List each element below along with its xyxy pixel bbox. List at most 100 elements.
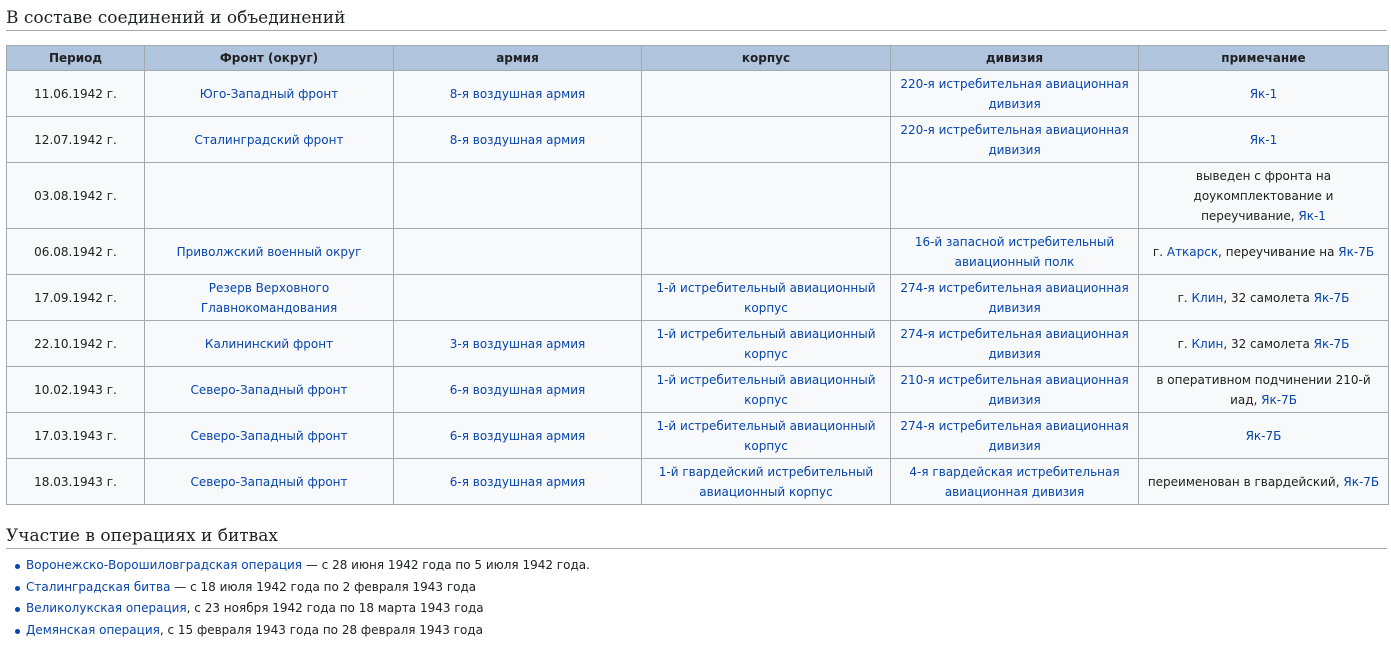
header-army: армия: [393, 45, 642, 71]
note-link[interactable]: Клин: [1192, 337, 1224, 351]
front-link[interactable]: Резерв Верховного Главнокомандования: [201, 281, 337, 315]
period-text: 12.07.1942 г.: [34, 132, 117, 147]
army-link[interactable]: 6-я воздушная армия: [450, 383, 585, 397]
army-link[interactable]: 6-я воздушная армия: [450, 475, 585, 489]
operation-dates: , с 15 февраля 1943 года по 28 февраля 1…: [159, 622, 483, 637]
division-link[interactable]: 16-й запасной истребительный авиационный…: [915, 235, 1114, 269]
note-link[interactable]: Як-7Б: [1338, 245, 1374, 259]
corps-link[interactable]: 1-й истребительный авиационный корпус: [656, 281, 875, 315]
operation-link[interactable]: Сталинградская битва: [26, 580, 170, 594]
cell-division: 16-й запасной истребительный авиационный…: [890, 228, 1139, 275]
note-link[interactable]: Як-1: [1250, 133, 1278, 147]
cell-army: 8-я воздушная армия: [393, 116, 642, 163]
section-heading-operations: Участие в операциях и битвах: [6, 520, 1387, 549]
front-link[interactable]: Приволжский военный округ: [177, 245, 362, 259]
section-heading-units: В составе соединений и объединений: [6, 0, 1387, 31]
cell-note: выведен с фронта на доукомплектование и …: [1138, 162, 1389, 229]
table-row: 22.10.1942 г. Калининский фронт 3-я воздуш…: [6, 320, 1389, 367]
note-link[interactable]: Як-7Б: [1343, 475, 1379, 489]
cell-corps: 1-й гвардейский истребительный авиационн…: [641, 458, 891, 505]
cell-period: 17.03.1943 г.: [6, 412, 145, 459]
table-row: 17.09.1942 г. Резерв Верховного Главноком…: [6, 274, 1389, 321]
front-link[interactable]: Калининский фронт: [205, 337, 333, 351]
list-item: Великолукская операция, с 23 ноября 1942…: [15, 598, 1387, 620]
division-link[interactable]: 274-я истребительная авиационная дивизия: [900, 281, 1128, 315]
cell-army: [393, 274, 642, 321]
cell-front: [144, 162, 394, 229]
cell-period: 03.08.1942 г.: [6, 162, 145, 229]
front-link[interactable]: Северо-Западный фронт: [190, 475, 347, 489]
army-link[interactable]: 8-я воздушная армия: [450, 87, 585, 101]
corps-link[interactable]: 1-й истребительный авиационный корпус: [656, 373, 875, 407]
units-table-body: 11.06.1942 г. Юго-Западный фронт 8-я возду…: [6, 70, 1389, 505]
cell-period: 12.07.1942 г.: [6, 116, 145, 163]
list-item: Воронежско-Ворошиловградская операция — …: [15, 555, 1387, 577]
note-link[interactable]: Як-7Б: [1314, 337, 1350, 351]
corps-link[interactable]: 1-й истребительный авиационный корпус: [656, 419, 875, 453]
list-item: Сталинградская битва — с 18 июля 1942 го…: [15, 577, 1387, 599]
table-row: 17.03.1943 г. Северо-Западный фронт 6-я во…: [6, 412, 1389, 459]
cell-period: 18.03.1943 г.: [6, 458, 145, 505]
division-link[interactable]: 4-я гвардейская истребительная авиационн…: [909, 465, 1119, 499]
cell-army: [393, 162, 642, 229]
cell-note: г. Клин, 32 самолета Як-7Б: [1138, 320, 1389, 367]
header-corps: корпус: [641, 45, 891, 71]
header-front: Фронт (округ): [144, 45, 394, 71]
cell-period: 22.10.1942 г.: [6, 320, 145, 367]
cell-corps: [641, 70, 891, 117]
list-item: Демянская операция, с 15 февраля 1943 го…: [15, 620, 1387, 642]
cell-army: [393, 228, 642, 275]
army-link[interactable]: 6-я воздушная армия: [450, 429, 585, 443]
cell-period: 06.08.1942 г.: [6, 228, 145, 275]
operation-link[interactable]: Воронежско-Ворошиловградская операция: [26, 558, 302, 572]
cell-corps: 1-й истребительный авиационный корпус: [641, 366, 891, 413]
table-row: 12.07.1942 г. Сталинградский фронт 8-я воз…: [6, 116, 1389, 163]
cell-division: 220-я истребительная авиационная дивизия: [890, 70, 1139, 117]
period-text: 18.03.1943 г.: [34, 474, 117, 489]
cell-front: Юго-Западный фронт: [144, 70, 394, 117]
note-link[interactable]: Як-7Б: [1246, 429, 1282, 443]
note-link[interactable]: Клин: [1192, 291, 1224, 305]
division-link[interactable]: 220-я истребительная авиационная дивизия: [900, 123, 1128, 157]
cell-note: в оперативном подчинении 210-й иад, Як-7…: [1138, 366, 1389, 413]
operations-list: Воронежско-Ворошиловградская операция — …: [6, 555, 1387, 641]
cell-period: 10.02.1943 г.: [6, 366, 145, 413]
army-link[interactable]: 8-я воздушная армия: [450, 133, 585, 147]
table-row: 06.08.1942 г. Приволжский военный округ 16…: [6, 228, 1389, 275]
note-link[interactable]: Як-1: [1298, 209, 1326, 223]
period-text: 10.02.1943 г.: [34, 382, 117, 397]
units-table: Период Фронт (округ) армия корпус дивизи…: [6, 45, 1389, 505]
cell-note: переименован в гвардейский, Як-7Б: [1138, 458, 1389, 505]
operation-link[interactable]: Демянская операция: [26, 623, 160, 637]
division-link[interactable]: 274-я истребительная авиационная дивизия: [900, 419, 1128, 453]
division-link[interactable]: 210-я истребительная авиационная дивизия: [900, 373, 1128, 407]
note-link[interactable]: Як-1: [1250, 87, 1278, 101]
army-link[interactable]: 3-я воздушная армия: [450, 337, 585, 351]
note-link[interactable]: Аткарск: [1167, 245, 1218, 259]
period-text: 03.08.1942 г.: [34, 188, 117, 203]
front-link[interactable]: Сталинградский фронт: [195, 133, 344, 147]
corps-link[interactable]: 1-й гвардейский истребительный авиационн…: [659, 465, 873, 499]
cell-front: Приволжский военный округ: [144, 228, 394, 275]
operation-dates: — с 18 июля 1942 года по 2 февраля 1943 …: [170, 579, 477, 594]
header-note: примечание: [1138, 45, 1389, 71]
front-link[interactable]: Северо-Западный фронт: [190, 429, 347, 443]
period-text: 11.06.1942 г.: [34, 86, 117, 101]
note-link[interactable]: Як-7Б: [1314, 291, 1350, 305]
corps-link[interactable]: 1-й истребительный авиационный корпус: [656, 327, 875, 361]
table-row: 11.06.1942 г. Юго-Западный фронт 8-я возду…: [6, 70, 1389, 117]
division-link[interactable]: 220-я истребительная авиационная дивизия: [900, 77, 1128, 111]
period-text: 06.08.1942 г.: [34, 244, 117, 259]
period-text: 22.10.1942 г.: [34, 336, 117, 351]
front-link[interactable]: Северо-Западный фронт: [190, 383, 347, 397]
front-link[interactable]: Юго-Западный фронт: [200, 87, 338, 101]
cell-front: Северо-Западный фронт: [144, 458, 394, 505]
operation-link[interactable]: Великолукская операция: [26, 601, 187, 615]
header-division: дивизия: [890, 45, 1139, 71]
cell-army: 8-я воздушная армия: [393, 70, 642, 117]
division-link[interactable]: 274-я истребительная авиационная дивизия: [900, 327, 1128, 361]
cell-corps: [641, 162, 891, 229]
cell-army: 3-я воздушная армия: [393, 320, 642, 367]
note-link[interactable]: Як-7Б: [1261, 393, 1297, 407]
table-row: 10.02.1943 г. Северо-Западный фронт 6-я во…: [6, 366, 1389, 413]
